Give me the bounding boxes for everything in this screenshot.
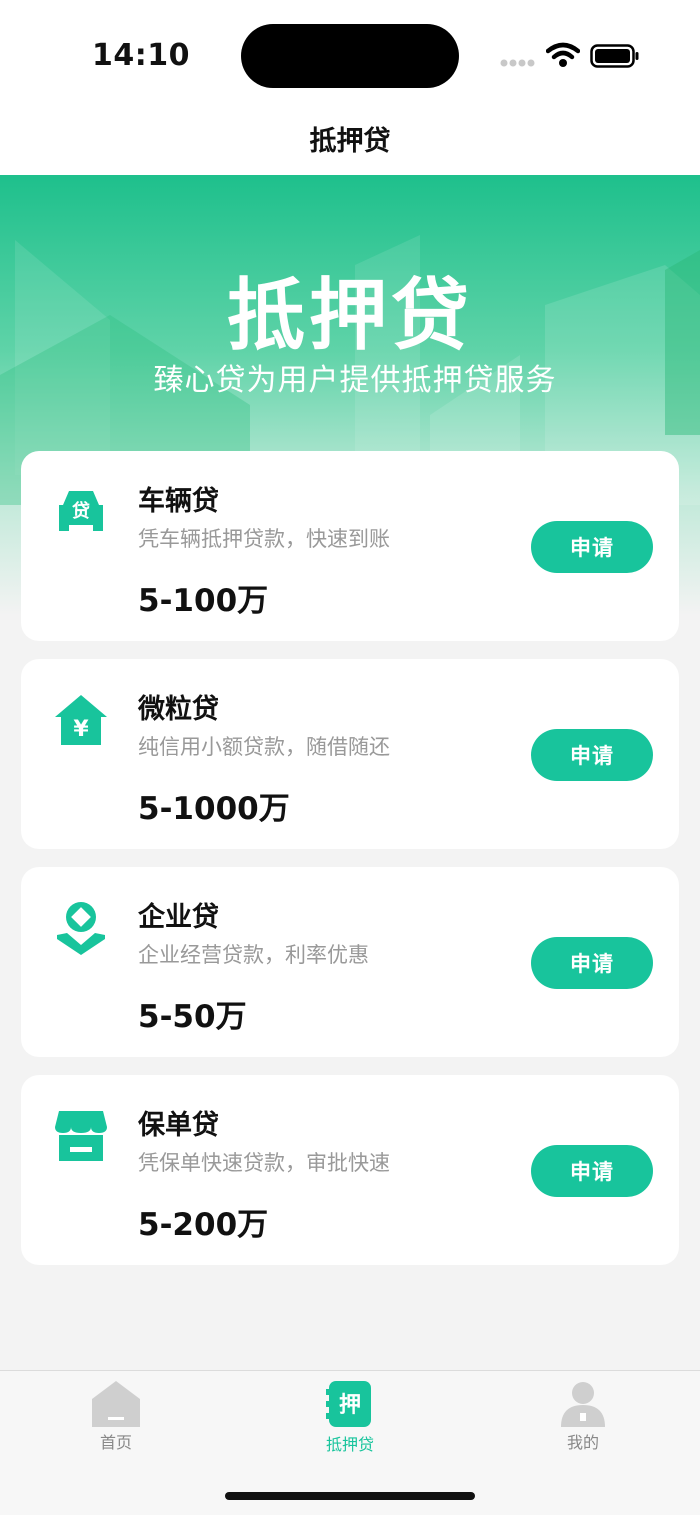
product-amount: 5-200万: [138, 1207, 269, 1243]
product-card-business-loan[interactable]: 企业贷 企业经营贷款，利率优惠 5-50万 申请: [21, 867, 679, 1057]
home-icon: [92, 1381, 140, 1427]
battery-icon: [590, 44, 639, 68]
house-yen-icon-text: ¥: [73, 717, 89, 742]
hand-coin-icon: [57, 902, 105, 955]
product-name: 保单贷: [138, 1110, 219, 1141]
mortgage-icon: 押: [326, 1381, 371, 1427]
status-bar: 14:10: [0, 0, 700, 105]
tab-profile-label: 我的: [566, 1433, 599, 1452]
apply-button[interactable]: 申请: [531, 1145, 653, 1197]
home-indicator: [225, 1492, 475, 1500]
product-description: 凭车辆抵押贷款，快速到账: [138, 527, 390, 551]
wifi-icon: [546, 42, 580, 67]
car-loan-icon-text: 贷: [72, 500, 90, 522]
product-name: 车辆贷: [138, 486, 219, 517]
status-time: 14:10: [92, 38, 190, 73]
tab-mortgage-label: 抵押贷: [325, 1435, 374, 1454]
hero-subtitle: 臻心贷为用户提供抵押贷服务: [153, 363, 557, 398]
mortgage-icon-text: 押: [339, 1392, 361, 1418]
product-name: 企业贷: [138, 902, 219, 933]
apply-button[interactable]: 申请: [531, 521, 653, 573]
apply-button[interactable]: 申请: [531, 729, 653, 781]
product-amount: 5-100万: [138, 583, 269, 619]
product-description: 纯信用小额贷款，随借随还: [138, 735, 390, 759]
hero-title: 抵押贷: [226, 271, 473, 361]
tab-home[interactable]: 首页: [56, 1379, 176, 1459]
tab-profile[interactable]: 我的: [523, 1379, 643, 1459]
product-card-micro-loan[interactable]: ¥ 微粒贷 纯信用小额贷款，随借随还 5-1000万 申请: [21, 659, 679, 849]
page-title: 抵押贷: [309, 126, 391, 157]
profile-icon: [561, 1382, 605, 1427]
product-description: 凭保单快速贷款，审批快速: [138, 1151, 390, 1175]
apply-button[interactable]: 申请: [531, 937, 653, 989]
product-description: 企业经营贷款，利率优惠: [138, 943, 369, 967]
dynamic-island: [241, 24, 459, 88]
product-amount: 5-1000万: [138, 791, 290, 827]
cellular-signal-icon: [500, 59, 535, 67]
product-name: 微粒贷: [138, 694, 219, 725]
navigation-bar: 抵押贷: [0, 105, 700, 175]
car-loan-icon: 贷: [59, 491, 103, 531]
product-card-policy-loan[interactable]: 保单贷 凭保单快速贷款，审批快速 5-200万 申请: [21, 1075, 679, 1265]
product-amount: 5-50万: [138, 999, 247, 1035]
store-icon: [55, 1111, 107, 1161]
house-yen-icon: ¥: [55, 695, 107, 745]
product-card-vehicle-loan[interactable]: 贷 车辆贷 凭车辆抵押贷款，快速到账 5-100万 申请: [21, 451, 679, 641]
tab-home-label: 首页: [99, 1433, 132, 1452]
tab-mortgage-loan[interactable]: 押 抵押贷: [290, 1379, 410, 1459]
